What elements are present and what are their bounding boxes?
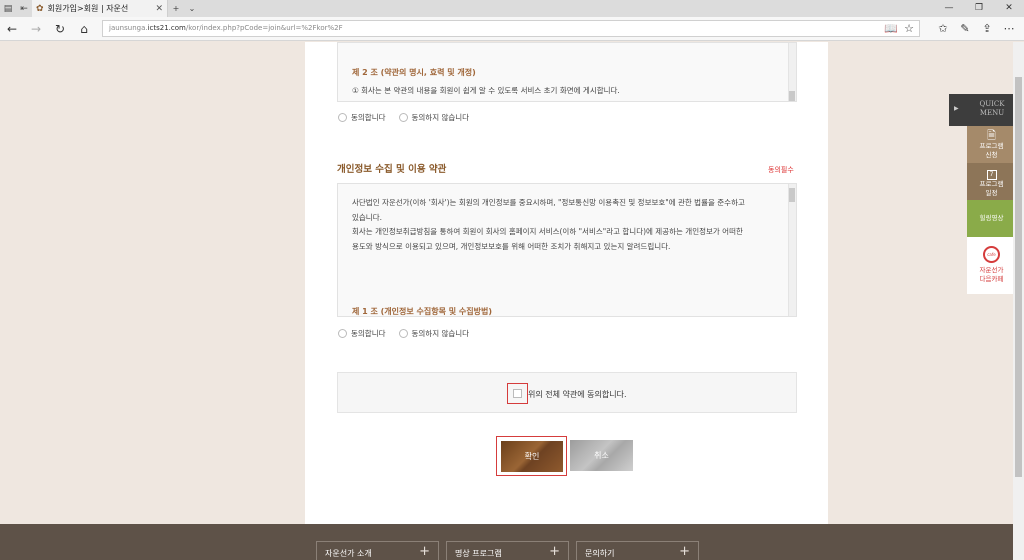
favorites-hub-icon[interactable]: ✩: [932, 20, 954, 37]
new-tab-icon[interactable]: +: [168, 4, 184, 13]
url-prefix: jaunsunga.: [109, 24, 148, 32]
share-icon[interactable]: ⇪: [976, 20, 998, 37]
calendar-day: 7: [986, 170, 997, 180]
footer-contact[interactable]: 문의하기 +: [576, 541, 699, 560]
service-terms-box[interactable]: 제 2 조 (약관의 명시, 효력 및 개정) ① 회사는 본 약관의 내용을 …: [337, 42, 797, 102]
quick-menu-header[interactable]: ▶ QUICK MENU: [949, 94, 1016, 126]
privacy-para2b: 용도와 방식으로 이용되고 있으며, 개인정보보호를 위해 어떠한 조치가 취해…: [352, 242, 671, 251]
url-field[interactable]: jaunsunga.icts21.com/kor/index.php?pCode…: [102, 20, 920, 37]
site-favicon-icon: ✿: [36, 3, 44, 14]
close-tab-icon[interactable]: ✕: [155, 4, 163, 14]
restore-icon[interactable]: ❐: [964, 0, 994, 17]
privacy-scroll-thumb[interactable]: [789, 188, 795, 202]
terms-scrollbar[interactable]: [788, 43, 796, 101]
quick-daum-cafe[interactable]: cafe 자운선가 다음카페: [967, 237, 1016, 294]
favorite-star-icon[interactable]: ☆: [900, 20, 918, 37]
page-viewport: 제 2 조 (약관의 명시, 효력 및 개정) ① 회사는 본 약관의 내용을 …: [0, 42, 1024, 560]
privacy-section-title: 개인정보 수집 및 이용 약관: [337, 164, 447, 175]
quick-title-2: MENU: [979, 109, 1005, 117]
quick-healing-video[interactable]: 힐링영상: [967, 200, 1016, 237]
plus-icon: +: [679, 544, 690, 559]
site-footer: 자운선가 소개 + 명상 프로그램 + 문의하기 +: [0, 524, 1013, 560]
service-agree-radio[interactable]: [338, 113, 347, 122]
quick-apply-2: 신청: [985, 151, 998, 159]
plus-icon: +: [419, 544, 430, 559]
plus-icon: +: [549, 544, 560, 559]
tab-title: 회원가입>회원 | 자운선: [47, 4, 129, 13]
reading-view-icon[interactable]: 📖: [882, 20, 900, 37]
footer-about-label: 자운선가 소개: [325, 549, 372, 558]
privacy-para1b: 있습니다.: [352, 213, 382, 222]
confirm-button[interactable]: 확인: [501, 441, 563, 472]
quick-program-apply[interactable]: 🗎 프로그램 신청: [967, 126, 1016, 163]
service-disagree-label[interactable]: 동의하지 않습니다: [412, 112, 470, 123]
quick-cafe-1: 자운선가: [979, 266, 1004, 274]
forward-icon[interactable]: →: [24, 22, 48, 36]
service-disagree-radio[interactable]: [398, 113, 408, 122]
calendar-icon: 7: [967, 166, 1016, 180]
url-path: /kor/index.php?pCode=join&url=%2Fkor%2F: [185, 24, 343, 32]
quick-schedule-1: 프로그램: [979, 180, 1004, 188]
page-scrollbar[interactable]: [1013, 42, 1024, 560]
required-badge: 동의필수: [768, 166, 794, 174]
privacy-para1: 사단법인 자운선가(이하 '회사')는 회원의 개인정보를 중요시하며, "정보…: [352, 198, 745, 207]
quick-apply-1: 프로그램: [979, 142, 1004, 150]
quick-schedule-2: 일정: [985, 189, 998, 197]
document-icon: 🗎: [987, 129, 996, 142]
url-domain: icts21.com: [147, 24, 186, 32]
agree-all-highlight: [507, 383, 528, 404]
agree-all-checkbox[interactable]: [513, 389, 522, 398]
footer-programs-label: 명상 프로그램: [455, 549, 502, 558]
browser-tab[interactable]: ✿ 회원가입>회원 | 자운선 ✕: [32, 0, 168, 17]
join-terms-content: 제 2 조 (약관의 명시, 효력 및 개정) ① 회사는 본 약관의 내용을 …: [305, 42, 828, 524]
privacy-disagree-label[interactable]: 동의하지 않습니다: [412, 328, 470, 339]
page-scroll-thumb[interactable]: [1015, 77, 1022, 477]
footer-about[interactable]: 자운선가 소개 +: [316, 541, 439, 560]
privacy-scrollbar[interactable]: [788, 184, 796, 316]
quick-menu: ▶ QUICK MENU 🗎 프로그램 신청 7 프로그램 일정 힐링영상 caf…: [949, 94, 1016, 294]
collapse-arrow-icon[interactable]: ▶: [954, 105, 959, 112]
confirm-highlight: 확인: [496, 436, 567, 476]
quick-cafe-2: 다음카페: [979, 275, 1004, 283]
quick-program-schedule[interactable]: 7 프로그램 일정: [967, 163, 1016, 200]
tab-actions-icon[interactable]: ▤: [0, 4, 16, 14]
quick-video-label: 힐링영상: [979, 214, 1004, 222]
set-aside-tabs-icon[interactable]: ⇤: [16, 4, 32, 14]
agree-all-box: 위의 전체 약관에 동의합니다.: [337, 372, 797, 413]
home-icon[interactable]: ⌂: [72, 22, 96, 36]
privacy-agree-radio[interactable]: [338, 329, 347, 338]
terms-article-title: 제 2 조 (약관의 명시, 효력 및 개정): [352, 68, 476, 77]
service-agree-label[interactable]: 동의합니다: [351, 112, 386, 123]
terms-scroll-thumb[interactable]: [789, 91, 795, 101]
service-terms-agree-row: 동의합니다 동의하지 않습니다: [338, 112, 482, 123]
cafe-logo-icon: cafe: [983, 246, 1000, 263]
privacy-agree-row: 동의합니다 동의하지 않습니다: [338, 328, 482, 339]
quick-title-1: QUICK: [979, 100, 1005, 108]
footer-programs[interactable]: 명상 프로그램 +: [446, 541, 569, 560]
close-window-icon[interactable]: ✕: [994, 0, 1024, 17]
address-bar-row: ← → ↻ ⌂ jaunsunga.icts21.com/kor/index.p…: [0, 17, 1024, 41]
more-options-icon[interactable]: ⋯: [998, 20, 1020, 37]
privacy-disagree-radio[interactable]: [398, 329, 408, 338]
cancel-button[interactable]: 취소: [570, 440, 633, 471]
browser-tab-bar: ▤ ⇤ ✿ 회원가입>회원 | 자운선 ✕ + ⌄ — ❐ ✕: [0, 0, 1024, 17]
privacy-terms-box[interactable]: 사단법인 자운선가(이하 '회사')는 회원의 개인정보를 중요시하며, "정보…: [337, 183, 797, 317]
footer-contact-label: 문의하기: [585, 549, 615, 558]
privacy-para2: 회사는 개인정보취급방침을 통하여 회원이 회사의 홈페이지 서비스(이하 "서…: [352, 227, 743, 236]
privacy-article-title: 제 1 조 (개인정보 수집항목 및 수집방법): [352, 307, 492, 316]
web-note-icon[interactable]: ✎: [954, 20, 976, 37]
tab-list-chevron-icon[interactable]: ⌄: [184, 4, 200, 13]
agree-all-label[interactable]: 위의 전체 약관에 동의합니다.: [528, 389, 627, 400]
back-icon[interactable]: ←: [0, 22, 24, 36]
refresh-icon[interactable]: ↻: [48, 22, 72, 36]
window-controls: — ❐ ✕: [934, 0, 1024, 17]
terms-article-text: ① 회사는 본 약관의 내용을 회원이 쉽게 알 수 있도록 서비스 초기 화면…: [352, 86, 620, 95]
minimize-icon[interactable]: —: [934, 0, 964, 17]
privacy-agree-label[interactable]: 동의합니다: [351, 328, 386, 339]
